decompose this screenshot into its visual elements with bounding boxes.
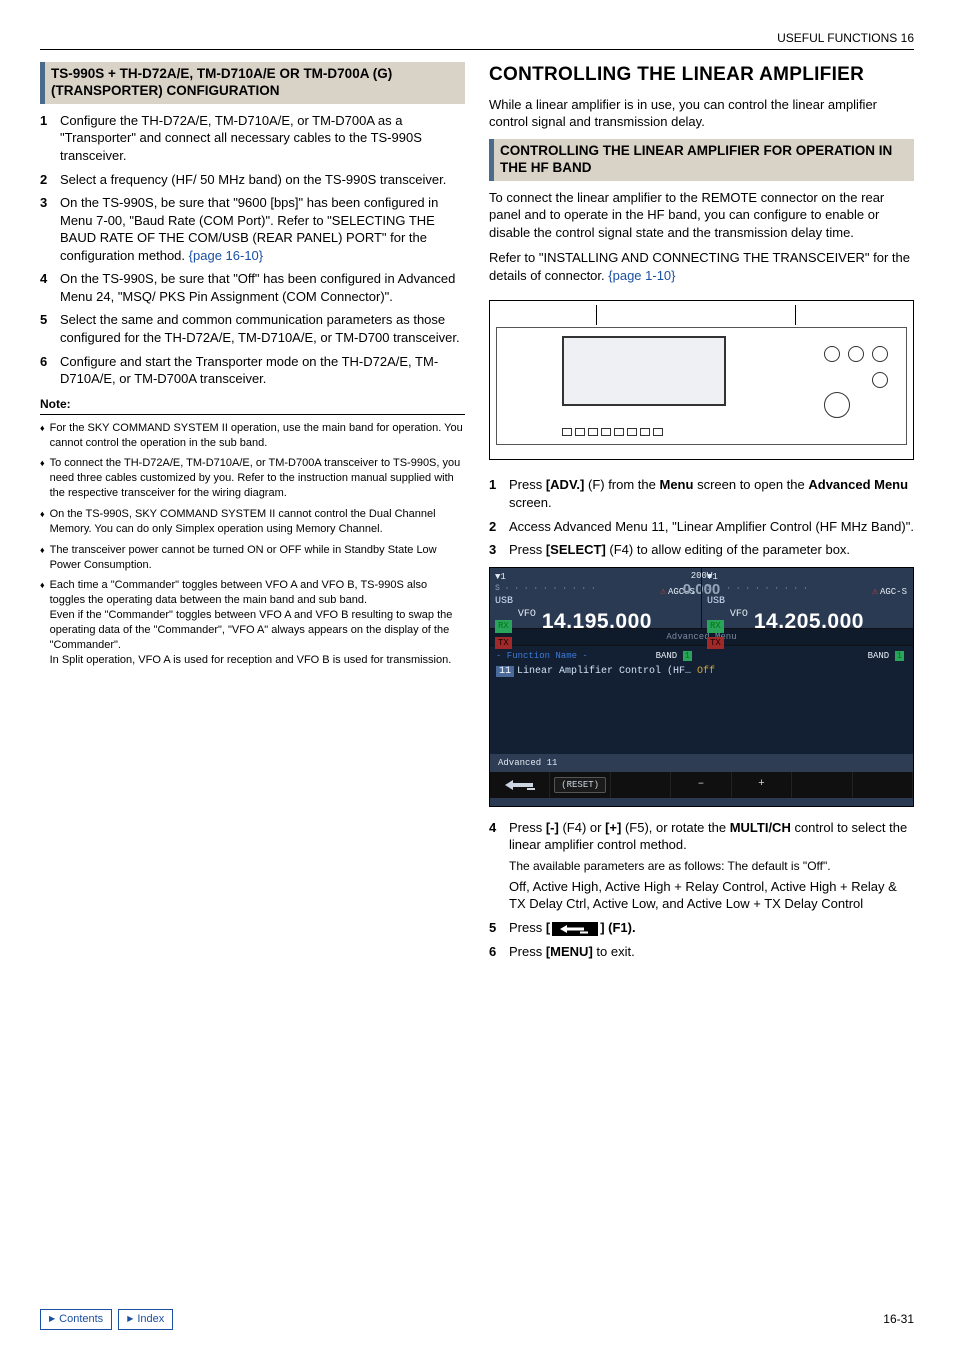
rx-badge-sub: RX [707, 620, 724, 632]
freq-sub: 14.205.000 [754, 610, 864, 633]
index-link[interactable]: Index [118, 1309, 173, 1330]
right-step-2: Access Advanced Menu 11, "Linear Amplifi… [509, 518, 914, 536]
page-link-16-10[interactable]: {page 16-10} [189, 248, 263, 263]
right-step-1: Press [ADV.] (F) from the Menu screen to… [509, 476, 914, 511]
softkey-back [490, 772, 550, 798]
softkey-bar: (RESET) – + [490, 772, 913, 798]
note-2: To connect the TH-D72A/E, TM-D710A/E, or… [50, 456, 465, 501]
contents-link[interactable]: Contents [40, 1309, 112, 1330]
page-footer: Contents Index 16-31 [40, 1309, 914, 1330]
note-heading: Note: [40, 396, 465, 415]
softkey-blank-3 [853, 772, 913, 798]
rx-badge-main: RX [495, 620, 512, 632]
left-step-1: Configure the TH-D72A/E, TM-D710A/E, or … [60, 112, 465, 165]
right-para-1: To connect the linear amplifier to the R… [489, 189, 914, 242]
softkey-plus: + [732, 772, 792, 798]
right-column: CONTROLLING THE LINEAR AMPLIFIER While a… [489, 62, 914, 968]
left-step-4: On the TS-990S, be sure that "Off" has b… [60, 270, 465, 305]
agc-main: AGC-S [660, 586, 695, 600]
band-sub: BAND 1 [707, 650, 908, 662]
right-step-4: Press [-] (F4) or [+] (F5), or rotate th… [509, 819, 914, 913]
vfo-sub: VFO [730, 609, 748, 620]
menu-status: Advanced 11 [490, 754, 913, 772]
advanced-menu-screenshot: 200W 0.000 ▼1 S · · · · · · · · · · USB … [489, 567, 914, 807]
note-1: For the SKY COMMAND SYSTEM II operation,… [50, 421, 465, 451]
band-main: BAND 1 [495, 650, 696, 662]
right-para-2: Refer to "INSTALLING AND CONNECTING THE … [489, 249, 914, 284]
left-column: TS-990S + TH-D72A/E, TM-D710A/E OR TM-D7… [40, 62, 465, 968]
transceiver-diagram [489, 300, 914, 460]
menu-row-11: 11Linear Amplifier Control (HF… Off [496, 665, 907, 679]
right-steps-b: 4 Press [-] (F4) or [+] (F5), or rotate … [489, 819, 914, 960]
menu-row-value: Off [697, 666, 715, 677]
tx-badge-sub: TX [707, 637, 724, 649]
left-step-3: On the TS-990S, be sure that "9600 [bps]… [60, 194, 465, 264]
softkey-minus: – [671, 772, 731, 798]
back-key-icon [552, 922, 598, 936]
freq-main: 14.195.000 [542, 610, 652, 633]
note-list: For the SKY COMMAND SYSTEM II operation,… [40, 421, 465, 668]
chapter-header: USEFUL FUNCTIONS 16 [40, 30, 914, 50]
left-step-2: Select a frequency (HF/ 50 MHz band) on … [60, 171, 465, 189]
note-5: Each time a "Commander" toggles between … [50, 578, 465, 667]
right-step-3: Press [SELECT] (F4) to allow editing of … [509, 541, 914, 559]
vfo-main: VFO [518, 609, 536, 620]
right-section-title: CONTROLLING THE LINEAR AMPLIFIER FOR OPE… [489, 139, 914, 181]
note-4: The transceiver power cannot be turned O… [50, 543, 465, 573]
softkey-blank-1 [611, 772, 671, 798]
right-step-5: Press [] (F1). [509, 919, 914, 937]
left-step-6: Configure and start the Transporter mode… [60, 353, 465, 388]
intro-paragraph: While a linear amplifier is in use, you … [489, 96, 914, 131]
agc-sub: AGC-S [872, 586, 907, 600]
softkey-blank-2 [792, 772, 852, 798]
menu-row-index: 11 [496, 666, 514, 677]
menu-row-label: Linear Amplifier Control (HF… [517, 666, 691, 677]
note-3: On the TS-990S, SKY COMMAND SYSTEM II ca… [50, 507, 465, 537]
page-link-1-10[interactable]: {page 1-10} [608, 268, 675, 283]
softkey-reset: (RESET) [550, 772, 610, 798]
left-step-5: Select the same and common communication… [60, 311, 465, 346]
right-steps-a: 1Press [ADV.] (F) from the Menu screen t… [489, 476, 914, 558]
main-heading: CONTROLLING THE LINEAR AMPLIFIER [489, 62, 914, 88]
step4-subtext-2: Off, Active High, Active High + Relay Co… [509, 878, 914, 913]
left-section-title: TS-990S + TH-D72A/E, TM-D710A/E OR TM-D7… [40, 62, 465, 104]
tx-badge-main: TX [495, 637, 512, 649]
left-steps: 1Configure the TH-D72A/E, TM-D710A/E, or… [40, 112, 465, 388]
step4-subtext-1: The available parameters are as follows:… [509, 858, 914, 874]
page-number: 16-31 [883, 1311, 914, 1327]
right-step-6: Press [MENU] to exit. [509, 943, 914, 961]
